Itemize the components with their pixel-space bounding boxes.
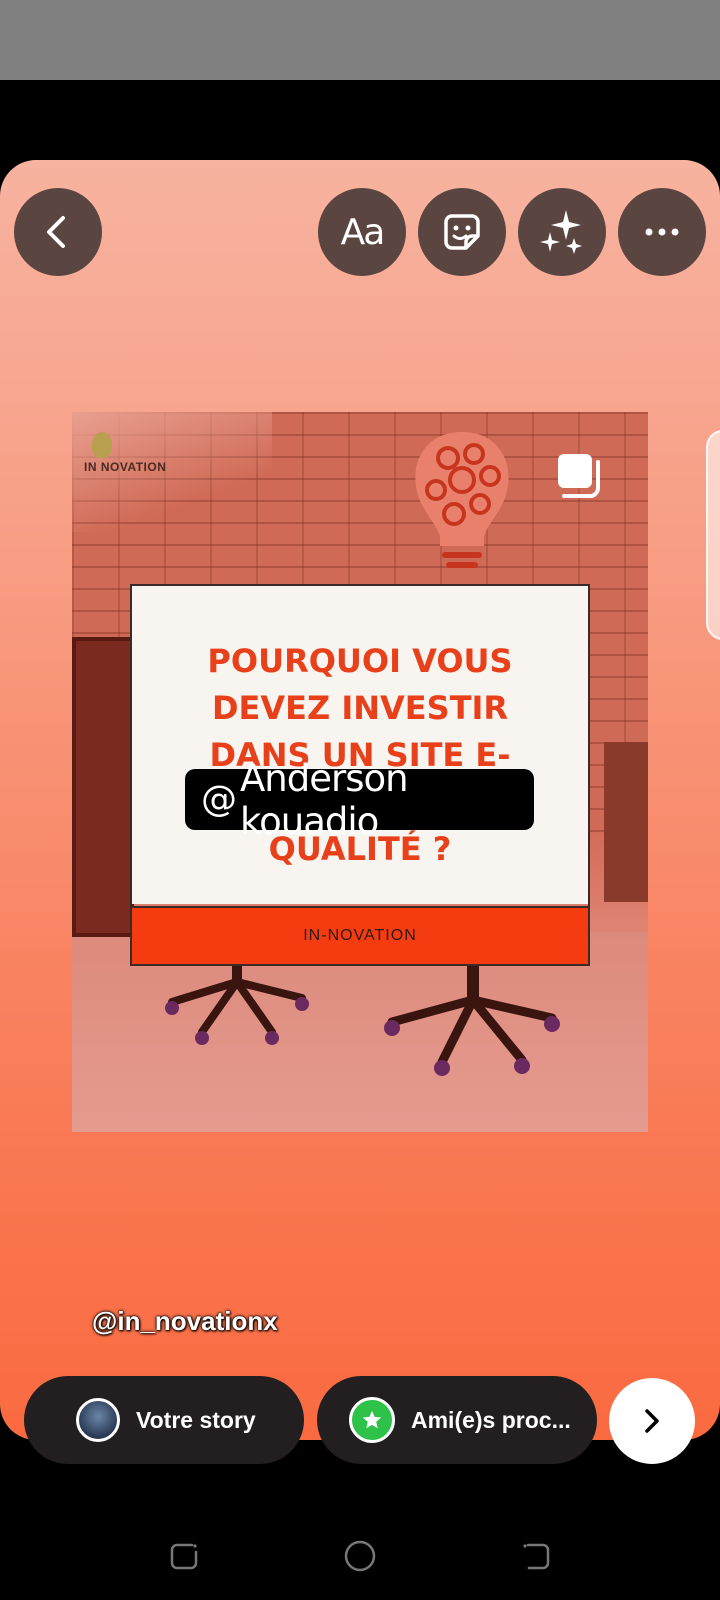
threads-username: Anderson kouadio — [240, 756, 409, 843]
recents-icon — [170, 1543, 198, 1570]
close-friends-button[interactable]: Ami(e)s proc... — [317, 1376, 597, 1464]
more-icon — [645, 228, 679, 236]
card-footer: IN-NOVATION — [132, 906, 588, 964]
carousel-icon — [558, 454, 600, 498]
logo-bulb-icon — [92, 432, 112, 458]
effects-button[interactable] — [518, 188, 606, 276]
text-tool-button[interactable]: Aa — [318, 188, 406, 276]
lightbulb-gears-icon — [415, 432, 509, 568]
wooden-cabinet — [72, 637, 134, 937]
share-bar: Votre story Ami(e)s proc... — [0, 1376, 720, 1466]
close-friends-label: Ami(e)s proc... — [411, 1406, 571, 1433]
your-story-label: Votre story — [136, 1406, 256, 1433]
home-icon — [344, 1540, 376, 1572]
mention-sticker[interactable]: @in_novationx — [92, 1306, 278, 1337]
next-button[interactable] — [609, 1378, 695, 1464]
threads-tag-sticker[interactable]: @ Anderson kouadio — [185, 757, 534, 843]
back-button[interactable] — [14, 188, 102, 276]
system-nav-bar — [0, 1500, 720, 1600]
star-icon — [349, 1397, 395, 1443]
your-story-button[interactable]: Votre story — [24, 1376, 304, 1464]
more-button[interactable] — [618, 188, 706, 276]
card-title-line: DEVEZ INVESTIR — [211, 689, 509, 727]
back-icon — [47, 216, 65, 248]
text-tool-label: Aa — [340, 211, 386, 253]
home-button[interactable] — [340, 1536, 380, 1576]
sticker-button[interactable] — [418, 188, 506, 276]
avatar — [76, 1398, 120, 1442]
desk — [604, 742, 648, 902]
threads-icon: @ — [201, 779, 237, 820]
chevron-right-icon — [645, 1409, 659, 1433]
sparkles-icon — [540, 210, 582, 254]
back-nav-icon — [523, 1543, 550, 1570]
status-bar — [0, 0, 720, 80]
sticker-icon — [444, 214, 480, 250]
post-logo: IN NOVATION — [84, 460, 167, 474]
card-body: POURQUOI VOUS DEVEZ INVESTIR DANS UN SIT… — [132, 586, 588, 904]
card-title-line: POURQUOI VOUS — [207, 642, 513, 680]
recents-button[interactable] — [164, 1536, 204, 1576]
back-nav-button[interactable] — [516, 1536, 556, 1576]
side-panel-handle[interactable] — [706, 430, 720, 640]
